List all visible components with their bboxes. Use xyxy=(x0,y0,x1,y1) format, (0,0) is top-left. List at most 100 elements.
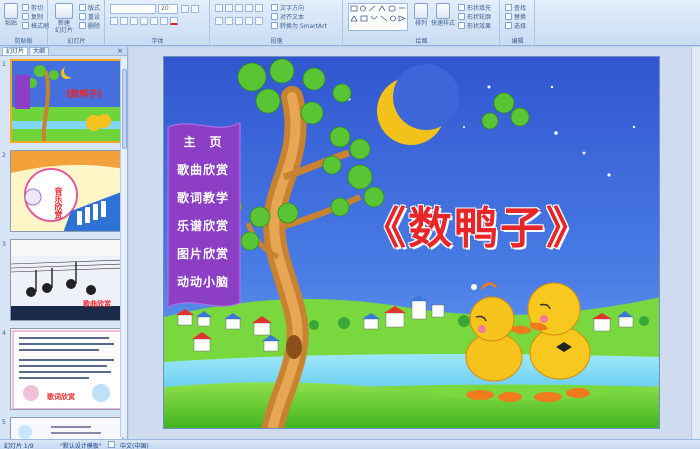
tab-outline[interactable]: 大纲 xyxy=(29,47,50,55)
slide-thumbnail-1[interactable]: 《数鸭子》 xyxy=(10,59,123,143)
underline-icon[interactable] xyxy=(130,17,138,25)
replace-icon xyxy=(505,13,512,20)
paragraph-label: 段落 xyxy=(270,38,283,45)
slide-thumb-row-3[interactable]: 3 歌曲欣赏 xyxy=(0,239,126,323)
font-name-combo[interactable] xyxy=(110,4,156,14)
close-panel-icon[interactable]: × xyxy=(117,47,123,55)
format-painter-button[interactable]: 格式刷 xyxy=(22,21,49,30)
shrink-font-icon[interactable] xyxy=(191,5,199,13)
delete-icon xyxy=(79,22,86,29)
shadow-icon[interactable] xyxy=(150,17,158,25)
menu-item-lyrics-teaching[interactable]: 歌词教学 xyxy=(170,185,236,212)
new-slide-icon xyxy=(55,3,73,19)
find-button[interactable]: 查找 xyxy=(505,3,526,12)
slide-thumb-row-5[interactable]: 5 xyxy=(0,417,126,439)
shapes-icon xyxy=(350,5,407,22)
layout-icon xyxy=(79,4,86,11)
numbering-icon[interactable] xyxy=(225,4,233,12)
thumbnail-5-art xyxy=(11,418,122,439)
copy-button[interactable]: 复制 xyxy=(22,12,43,21)
delete-button[interactable]: 删除 xyxy=(79,21,100,30)
paste-icon xyxy=(4,3,18,19)
slide-count-status: 幻灯片 1/9 xyxy=(4,443,34,449)
bold-icon[interactable] xyxy=(110,17,118,25)
shape-effects-button[interactable]: 形状效果 xyxy=(458,21,491,30)
brush-icon xyxy=(22,22,29,29)
slide-thumb-row-1[interactable]: 1 《数鸭子》 xyxy=(0,59,126,145)
ribbon: 粘贴 剪切 复制 格式刷 剪贴板 新建 幻灯片 版式 重设 删除 幻灯片 20 … xyxy=(0,0,700,46)
slide-thumb-row-4[interactable]: 4 歌词欣赏 xyxy=(0,328,126,412)
align-left-icon[interactable] xyxy=(215,17,223,25)
menu-item-picture-appreciation[interactable]: 图片欣赏 xyxy=(170,241,236,268)
replace-button[interactable]: 替换 xyxy=(505,12,526,21)
layout-button[interactable]: 版式 xyxy=(79,3,100,12)
paste-button[interactable]: 粘贴 xyxy=(3,3,19,27)
columns-icon[interactable] xyxy=(255,17,263,25)
menu-item-home[interactable]: 主 页 xyxy=(170,129,236,156)
editing-label: 编辑 xyxy=(511,38,524,45)
select-icon xyxy=(505,22,512,29)
thumbnail-1-art: 《数鸭子》 xyxy=(12,61,121,141)
editing-group: 查找 替换 选择 编辑 xyxy=(501,0,535,46)
thumbnail-2-art: 音乐欣赏 xyxy=(11,151,122,231)
new-slide-button[interactable]: 新建 幻灯片 xyxy=(53,3,75,34)
tab-slides[interactable]: 幻灯片 xyxy=(2,47,29,55)
strikethrough-icon[interactable] xyxy=(140,17,148,25)
slide-number: 1 xyxy=(2,61,6,68)
indent-increase-icon[interactable] xyxy=(245,4,253,12)
align-center-icon[interactable] xyxy=(225,17,233,25)
slide-thumbnail-5[interactable] xyxy=(10,417,123,439)
language-status: 中文(中国) xyxy=(120,443,149,449)
thumb-3-title: 歌曲欣赏 xyxy=(83,299,111,308)
quick-styles-button[interactable]: 快速样式 xyxy=(430,3,456,27)
font-color-icon[interactable] xyxy=(170,17,178,25)
align-text-icon xyxy=(271,13,278,20)
menu-item-brain-game[interactable]: 动动小脑 xyxy=(170,269,236,296)
font-label: 字体 xyxy=(151,38,164,45)
select-button[interactable]: 选择 xyxy=(505,21,526,30)
shape-fill-button[interactable]: 形状填充 xyxy=(458,3,491,12)
slide-thumbnail-3[interactable]: 歌曲欣赏 xyxy=(10,239,123,321)
line-spacing-icon[interactable] xyxy=(255,4,263,12)
align-right-icon[interactable] xyxy=(235,17,243,25)
slide-title[interactable]: 《数鸭子》 xyxy=(362,192,592,256)
status-bar: 幻灯片 1/9 "默认设计模板" 中文(中国) xyxy=(0,439,700,449)
grow-font-icon[interactable] xyxy=(181,5,189,13)
justify-icon[interactable] xyxy=(245,17,253,25)
menu-item-score-appreciation[interactable]: 乐谱欣赏 xyxy=(170,213,236,240)
reset-icon xyxy=(79,13,86,20)
thumb-1-title: 《数鸭子》 xyxy=(61,88,106,100)
text-direction-button[interactable]: 文字方向 xyxy=(271,3,304,12)
fill-icon xyxy=(458,4,465,11)
menu-item-song-appreciation[interactable]: 歌曲欣赏 xyxy=(170,157,236,184)
slide-thumb-row-2[interactable]: 2 音乐欣赏 xyxy=(0,150,126,234)
align-text-button[interactable]: 对齐文本 xyxy=(271,12,304,21)
arrange-icon xyxy=(414,3,428,19)
shapes-gallery[interactable] xyxy=(348,3,408,31)
italic-icon[interactable] xyxy=(120,17,128,25)
scissors-icon xyxy=(22,4,29,11)
slide-number: 4 xyxy=(2,330,6,337)
editor-scrollbar[interactable] xyxy=(691,47,700,439)
arrange-button[interactable]: 排列 xyxy=(412,3,430,27)
reset-button[interactable]: 重设 xyxy=(79,12,100,21)
smartart-button[interactable]: 转换为 SmartArt xyxy=(271,21,327,30)
current-slide[interactable]: 主 页 歌曲欣赏 歌词教学 乐谱欣赏 图片欣赏 动动小脑 《数鸭子》 xyxy=(163,56,660,429)
slide-editor: 主 页 歌曲欣赏 歌词教学 乐谱欣赏 图片欣赏 动动小脑 《数鸭子》 xyxy=(129,47,700,439)
font-group: 20 字体 xyxy=(106,0,210,46)
clipboard-group: 粘贴 剪切 复制 格式刷 剪贴板 xyxy=(0,0,49,46)
copy-icon xyxy=(22,13,29,20)
panel-scroll-thumb[interactable] xyxy=(122,69,127,149)
panel-scrollbar[interactable] xyxy=(120,57,127,437)
spacing-icon[interactable] xyxy=(160,17,168,25)
paragraph-group: 文字方向 对齐文本 转换为 SmartArt 段落 xyxy=(211,0,343,46)
indent-decrease-icon[interactable] xyxy=(235,4,243,12)
slides-panel: 幻灯片 大纲 × 1 《数鸭子》 2 音乐欣赏 3 歌曲欣赏 4 歌词欣赏 5 xyxy=(0,47,128,439)
bullets-icon[interactable] xyxy=(215,4,223,12)
cut-button[interactable]: 剪切 xyxy=(22,3,43,12)
slide-thumbnail-4[interactable]: 歌词欣赏 xyxy=(10,328,123,410)
spellcheck-icon[interactable] xyxy=(108,441,115,448)
font-size-combo[interactable]: 20 xyxy=(158,4,178,14)
shape-outline-button[interactable]: 形状轮廓 xyxy=(458,12,491,21)
slide-thumbnail-2[interactable]: 音乐欣赏 xyxy=(10,150,123,232)
